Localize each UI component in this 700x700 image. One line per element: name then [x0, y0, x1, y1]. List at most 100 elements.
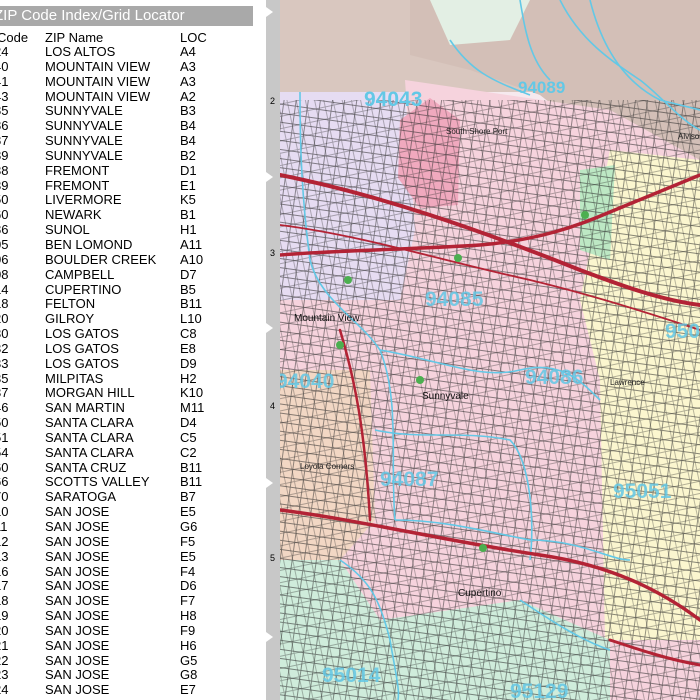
index-row: 86 SUNNYVALE B4: [0, 118, 270, 134]
index-row: 06 BOULDER CREEK A10: [0, 251, 270, 268]
index-row: 11 SAN JOSE G6: [0, 519, 270, 535]
index-row: 08 CAMPBELL D7: [0, 266, 270, 283]
map-area[interactable]: 94043 94089 94085 94086 94087 95051 9501…: [280, 0, 700, 700]
index-zip-name: SANTA CLARA: [45, 444, 134, 460]
index-loc: A11: [180, 236, 203, 252]
index-zip-name: SANTA CLARA: [45, 429, 134, 445]
index-loc: B3: [180, 103, 196, 119]
index-zip-name: SAN JOSE: [45, 578, 110, 594]
index-loc: B5: [180, 281, 196, 297]
index-row: 05 BEN LOMOND A11: [0, 236, 270, 253]
index-code: 23: [0, 668, 9, 683]
index-code: 38: [0, 163, 9, 178]
index-zip-name: SAN JOSE: [45, 548, 110, 564]
index-zip-name: CAMPBELL: [45, 266, 115, 282]
index-loc: E7: [180, 682, 196, 698]
index-code: 87: [0, 134, 9, 149]
index-row: 54 SANTA CLARA C2: [0, 444, 270, 461]
index-zip-name: MOUNTAIN VIEW: [45, 73, 151, 89]
index-zip-name: SCOTTS VALLEY: [45, 474, 150, 490]
zip-index-panel: ZIP Code Index/Grid Locator Code ZIP Nam…: [0, 0, 270, 700]
index-zip-name: MILPITAS: [45, 370, 104, 386]
index-code: 05: [0, 237, 9, 252]
index-loc: F5: [180, 533, 196, 549]
grid-tick: [266, 323, 273, 333]
index-loc: A10: [180, 251, 204, 267]
index-code: 11: [0, 520, 8, 534]
index-zip-name: SUNNYVALE: [45, 133, 123, 149]
index-code: 50: [0, 416, 9, 431]
index-zip-name: SAN JOSE: [45, 593, 110, 609]
index-loc: H2: [180, 370, 197, 386]
index-code: 85: [0, 104, 9, 119]
index-rows: 24 LOS ALTOS A4 40 MOUNTAIN VIEW A3 41 MOUNTAIN…: [0, 44, 270, 698]
index-code: 08: [0, 267, 9, 282]
index-zip-name: LOS ALTOS: [45, 44, 116, 59]
highway-shield: [344, 276, 352, 284]
highway-shield: [336, 341, 344, 349]
index-zip-name: SAN JOSE: [45, 563, 110, 579]
index-title: ZIP Code Index/Grid Locator: [0, 6, 253, 26]
index-loc: F4: [180, 563, 196, 579]
index-zip-name: SAN JOSE: [45, 622, 110, 638]
index-zip-name: SAN JOSE: [45, 519, 110, 534]
place-loyola-corners: Loyola Corners: [300, 462, 355, 471]
index-loc: B11: [180, 296, 203, 312]
grid-tick: [266, 172, 273, 182]
index-zip-name: SANTA CLARA: [45, 415, 134, 431]
index-loc: D9: [180, 355, 197, 371]
index-code: 22: [0, 653, 9, 668]
index-code: 39: [0, 178, 9, 193]
index-loc: E1: [180, 177, 196, 193]
index-code: 43: [0, 89, 9, 104]
index-code: 30: [0, 327, 9, 342]
index-zip-name: SAN JOSE: [45, 652, 110, 668]
index-zip-name: MORGAN HILL: [45, 385, 135, 401]
index-row: 23 SAN JOSE G8: [0, 668, 270, 683]
grid-row-number: 2: [270, 96, 276, 106]
index-row: 20 SAN JOSE F9: [0, 622, 270, 639]
index-loc: B11: [180, 459, 203, 475]
index-zip-name: GILROY: [45, 311, 95, 327]
index-loc: B4: [180, 118, 196, 134]
index-row: 30 LOS GATOS C8: [0, 326, 270, 342]
index-loc: H6: [180, 637, 197, 653]
index-row: 70 SARATOGA B7: [0, 489, 270, 505]
index-loc: E5: [180, 548, 196, 564]
index-row: 66 SCOTTS VALLEY B11: [0, 475, 270, 490]
index-loc: A2: [180, 88, 196, 104]
index-zip-name: BOULDER CREEK: [45, 251, 157, 267]
index-row: 10 SAN JOSE E5: [0, 504, 270, 520]
index-code: 18: [0, 594, 9, 609]
index-zip-name: FELTON: [45, 296, 96, 312]
index-loc: H1: [180, 222, 197, 238]
index-code: 06: [0, 252, 9, 267]
index-row: 40 MOUNTAIN VIEW A3: [0, 59, 270, 75]
index-zip-name: SAN JOSE: [45, 667, 110, 683]
highway-shield: [454, 254, 462, 262]
index-zip-name: FREMONT: [45, 177, 110, 193]
index-code: 86: [0, 119, 9, 134]
index-row: 60 SANTA CRUZ B11: [0, 459, 270, 476]
index-row: 18 SAN JOSE F7: [0, 593, 270, 609]
index-loc: C5: [180, 429, 197, 445]
index-loc: B11: [180, 474, 203, 490]
index-loc: E5: [180, 504, 196, 520]
index-zip-name: SANTA CRUZ: [45, 459, 127, 475]
zip-label-95054: 95054: [665, 320, 700, 343]
index-row: 87 SUNNYVALE B4: [0, 133, 270, 149]
index-code: 21: [0, 638, 9, 653]
grid-row-number: 3: [270, 248, 276, 258]
index-row: 38 FREMONT D1: [0, 163, 270, 179]
grid-tick: [266, 478, 273, 488]
index-code: 89: [0, 148, 9, 163]
index-header-row: Code ZIP Name LOC: [0, 30, 270, 45]
index-zip-name: SAN JOSE: [45, 608, 110, 624]
index-loc: D6: [180, 578, 197, 594]
index-row: 50 SANTA CLARA D4: [0, 415, 270, 431]
index-zip-name: MOUNTAIN VIEW: [45, 88, 151, 104]
index-zip-name: NEWARK: [45, 207, 102, 223]
index-row: 43 MOUNTAIN VIEW A2: [0, 88, 270, 105]
index-zip-name: SAN JOSE: [45, 682, 110, 698]
index-code: 51: [0, 430, 9, 445]
